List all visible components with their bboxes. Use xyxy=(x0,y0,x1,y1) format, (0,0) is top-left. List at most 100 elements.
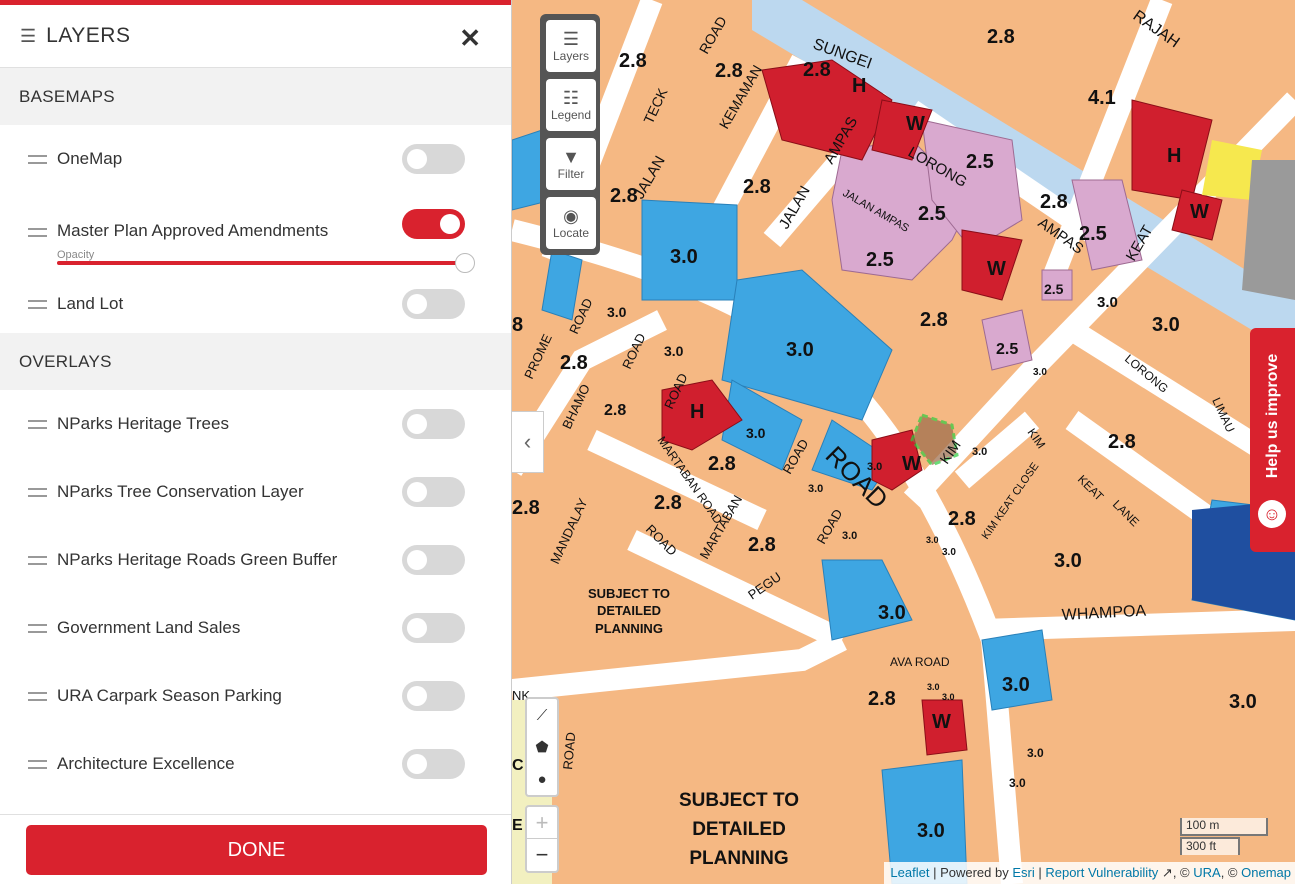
help-label: Help us improve xyxy=(1263,353,1281,479)
svg-text:SUBJECT TO: SUBJECT TO xyxy=(679,790,799,811)
zoom-in-button[interactable]: + xyxy=(527,807,557,839)
basemap-row-land-lot: Land Lot xyxy=(0,275,511,333)
overlay-row: NParks Heritage Trees xyxy=(0,390,511,458)
plot-ratio-label: 3.0 xyxy=(942,547,956,558)
toggle-government-land-sales[interactable] xyxy=(402,613,465,643)
overlay-row: URA Carpark Season Parking xyxy=(0,662,511,730)
svg-text:H: H xyxy=(1167,145,1181,167)
drag-handle-icon[interactable] xyxy=(28,299,47,309)
plot-ratio-label: 3.0 xyxy=(786,339,814,361)
close-icon[interactable]: ✕ xyxy=(459,23,481,54)
overlay-label: NParks Heritage Roads Green Buffer xyxy=(57,550,338,569)
plot-ratio-label: 3.0 xyxy=(1097,294,1118,311)
basemap-label: Land Lot xyxy=(57,294,124,313)
drag-handle-icon[interactable] xyxy=(28,487,47,497)
plot-ratio-label: 3.0 xyxy=(808,483,823,495)
toggle-heritage-trees[interactable] xyxy=(402,409,465,439)
plot-ratio-label: 3.0 xyxy=(1152,314,1180,336)
toggle-tree-conservation[interactable] xyxy=(402,477,465,507)
drag-handle-icon[interactable] xyxy=(28,691,47,701)
plot-ratio-label: 3.0 xyxy=(878,602,906,624)
plot-ratio-label: 2.8 xyxy=(748,534,776,556)
toggle-master-plan[interactable] xyxy=(402,209,465,240)
toggle-onemap[interactable] xyxy=(402,144,465,174)
plot-ratio-label: 3.0 xyxy=(917,820,945,842)
plot-ratio-label: 2.8 xyxy=(560,352,588,374)
map-canvas[interactable]: 2.8 2.8 2.8 2.8 4.1 2.5 2.5 2.5 2.8 2.5 … xyxy=(512,0,1295,884)
basemap-row-onemap: OneMap xyxy=(0,125,511,193)
toggle-carpark-season[interactable] xyxy=(402,681,465,711)
plot-ratio-label: 3.0 xyxy=(1002,674,1030,696)
plot-ratio-label: 3.0 xyxy=(1229,691,1257,713)
opacity-slider-track[interactable] xyxy=(57,261,467,265)
plot-ratio-label: 3.0 xyxy=(1033,367,1047,378)
drag-handle-icon[interactable] xyxy=(28,228,47,237)
drag-handle-icon[interactable] xyxy=(28,419,47,429)
plot-ratio-label: E xyxy=(512,817,523,834)
plot-ratio-label: 2.8 xyxy=(743,176,771,198)
toggle-land-lot[interactable] xyxy=(402,289,465,319)
attrib-text: | Powered by xyxy=(929,865,1013,880)
svg-text:W: W xyxy=(906,113,925,135)
report-vulnerability-link[interactable]: Report Vulnerability xyxy=(1045,865,1158,880)
drag-handle-icon[interactable] xyxy=(28,154,47,164)
onemap-link[interactable]: Onemap xyxy=(1241,865,1291,880)
drag-handle-icon[interactable] xyxy=(28,623,47,633)
plot-ratio-label: 2.8 xyxy=(708,453,736,475)
filter-button[interactable]: ▼ Filter xyxy=(546,138,596,190)
legend-button[interactable]: ☷ Legend xyxy=(546,79,596,131)
plot-ratio-label: 2.8 xyxy=(715,60,743,82)
plot-ratio-label: 2.8 xyxy=(654,492,682,514)
overlay-row: Architecture Excellence xyxy=(0,730,511,798)
plot-ratio-label: 2.8 xyxy=(920,309,948,331)
basemap-label: OneMap xyxy=(57,149,123,168)
esri-link[interactable]: Esri xyxy=(1012,865,1034,880)
panel-header: ☰ LAYERS ✕ xyxy=(0,5,511,68)
attrib-sep: , © xyxy=(1220,865,1242,880)
svg-text:PLANNING: PLANNING xyxy=(595,621,663,636)
plot-ratio-label: 2.8 xyxy=(512,497,540,519)
circle-icon[interactable]: ● xyxy=(527,763,557,795)
line-icon[interactable]: ⟋ xyxy=(527,699,557,731)
ura-link[interactable]: URA xyxy=(1193,865,1220,880)
opacity-control: Opacity xyxy=(0,245,511,275)
zoom-out-button[interactable]: − xyxy=(527,839,557,871)
collapse-panel-button[interactable]: ‹ xyxy=(512,411,544,473)
attrib-sep: | xyxy=(1034,865,1046,880)
map-attribution: Leaflet | Powered by Esri | Report Vulne… xyxy=(884,862,1295,884)
map-control-panel: ☰ Layers ☷ Legend ▼ Filter ◉ Locate xyxy=(540,14,600,255)
smile-icon: ☺ xyxy=(1258,500,1286,528)
overlay-label: Architecture Excellence xyxy=(57,754,235,773)
plot-ratio-label: 2.5 xyxy=(866,249,894,271)
list-icon: ☷ xyxy=(562,88,580,108)
drag-handle-icon[interactable] xyxy=(28,759,47,769)
plot-ratio-label: 3.0 xyxy=(746,425,766,441)
svg-text:W: W xyxy=(987,258,1006,280)
plot-ratio-label: 3.0 xyxy=(607,304,627,320)
toggle-architecture-excellence[interactable] xyxy=(402,749,465,779)
plot-ratio-label: 2.8 xyxy=(1040,191,1068,213)
plot-ratio-label: 2.8 xyxy=(604,402,626,419)
basemaps-section-title: BASEMAPS xyxy=(0,68,511,125)
plot-ratio-label: 2.8 xyxy=(987,26,1015,48)
filter-icon: ▼ xyxy=(562,147,580,167)
help-us-improve-tab[interactable]: Help us improve ☺ xyxy=(1250,328,1295,552)
plot-ratio-label: 3.0 xyxy=(664,343,684,359)
locate-button-label: Locate xyxy=(552,226,590,240)
opacity-slider-thumb[interactable] xyxy=(455,253,475,273)
map-svg: 2.8 2.8 2.8 2.8 4.1 2.5 2.5 2.5 2.8 2.5 … xyxy=(512,0,1295,884)
overlay-row: NParks Heritage Roads Green Buffer xyxy=(0,526,511,594)
toggle-heritage-roads[interactable] xyxy=(402,545,465,575)
locate-button[interactable]: ◉ Locate xyxy=(546,197,596,249)
plot-ratio-label: 3.0 xyxy=(842,530,857,542)
polygon-icon[interactable]: ⬟ xyxy=(527,731,557,763)
layers-button[interactable]: ☰ Layers xyxy=(546,20,596,72)
attrib-sep: , © xyxy=(1172,865,1194,880)
plot-ratio-label: 2.8 xyxy=(619,50,647,72)
svg-text:W: W xyxy=(932,711,951,733)
done-button[interactable]: DONE xyxy=(26,825,487,875)
drag-handle-icon[interactable] xyxy=(28,555,47,565)
leaflet-link[interactable]: Leaflet xyxy=(890,865,929,880)
plot-ratio-label: 2.8 xyxy=(1108,431,1136,453)
plot-ratio-label: 3.0 xyxy=(1009,776,1026,790)
